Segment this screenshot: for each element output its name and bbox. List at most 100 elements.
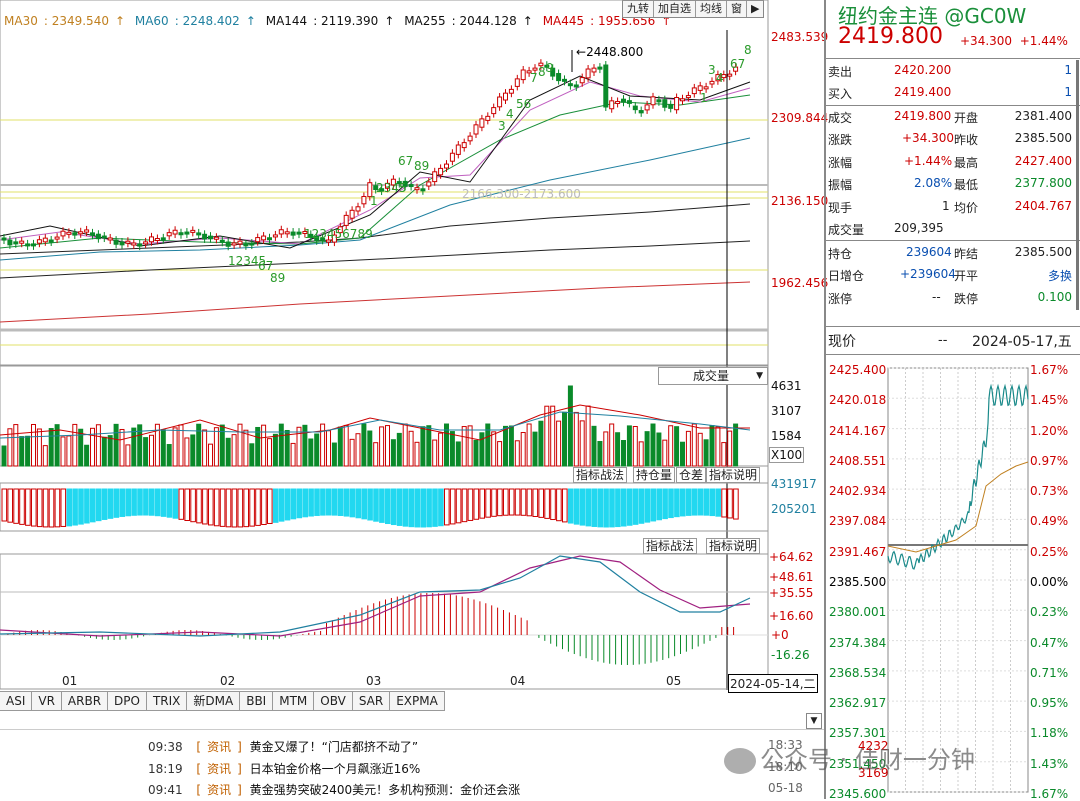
news-item[interactable]: 09:38 [资讯] 黄金又爆了！“门店都挤不动了” <box>148 738 418 755</box>
oi-bar <box>697 488 704 516</box>
macd-axis-label: +35.55 <box>769 586 814 600</box>
volume-bar <box>272 433 278 467</box>
oi-bar <box>225 488 232 528</box>
candle <box>166 228 172 240</box>
candle <box>650 92 656 109</box>
intraday-pct-label: 1.43% <box>1030 756 1069 771</box>
oi-bar <box>31 488 37 527</box>
svg-text:3: 3 <box>498 119 506 133</box>
oi-bar <box>166 488 173 518</box>
position-diff-button[interactable]: 仓差 <box>676 467 707 483</box>
indicator-help-button[interactable]: 指标说明 <box>706 467 761 483</box>
candle <box>48 236 54 247</box>
intraday-pct-label: 1.67% <box>1030 363 1069 377</box>
oi-bar <box>326 488 332 516</box>
news-collapse-icon[interactable]: ▼ <box>806 713 822 729</box>
oi-bar <box>25 488 31 526</box>
candle <box>101 232 107 243</box>
intraday-price-label: 2385.500 <box>829 575 887 589</box>
candle <box>107 233 113 244</box>
oi-bar <box>107 488 114 519</box>
open-interest-button[interactable]: 持仓量 <box>633 467 676 483</box>
volume-bar <box>573 411 579 467</box>
candle <box>54 233 60 244</box>
volume-bar <box>597 440 603 467</box>
volume-bar <box>609 423 615 467</box>
tab-asi[interactable]: ASI <box>0 692 33 710</box>
oi-bar <box>573 488 580 525</box>
candle <box>361 192 367 208</box>
svg-text:4: 4 <box>716 71 724 85</box>
candle <box>278 225 284 238</box>
oi-bar <box>508 488 515 516</box>
oi-bar <box>550 488 556 521</box>
candle <box>36 235 42 248</box>
volume-bar <box>550 405 556 467</box>
candle <box>290 228 296 240</box>
oi-bar <box>467 488 474 521</box>
intraday-price-label: 2420.018 <box>829 393 887 408</box>
tab-trix[interactable]: TRIX <box>147 692 188 710</box>
oi-bar <box>514 488 521 516</box>
volume-bar <box>42 445 48 467</box>
tab-mtm[interactable]: MTM <box>273 692 315 710</box>
price-change: +34.300 +1.44% <box>960 34 1068 48</box>
volume-bar <box>526 423 532 467</box>
volume-bar <box>107 435 113 467</box>
oi-bar <box>343 488 350 517</box>
tab-bbi[interactable]: BBI <box>240 692 274 710</box>
oi-bar <box>95 488 102 522</box>
oi-bar <box>727 488 733 519</box>
indicator-help-button-2[interactable]: 指标说明 <box>706 538 761 554</box>
volume-bar <box>632 426 638 467</box>
volume-bar <box>408 430 414 467</box>
kline-chart[interactable]: ←2448.800 2166.300-2173.600 123456789 12… <box>0 0 826 690</box>
volume-bar <box>284 429 290 467</box>
oi-bar <box>532 488 539 517</box>
news-time-right: 05-18 <box>768 781 803 795</box>
svg-text:89: 89 <box>270 271 285 285</box>
oi-bar <box>308 488 314 517</box>
oi-bar <box>390 488 397 526</box>
tab-arbr[interactable]: ARBR <box>62 692 109 710</box>
volume-bar <box>585 405 591 467</box>
indicator-strategy-button[interactable]: 指标战法 <box>573 467 628 483</box>
indicator-strategy-button-2[interactable]: 指标战法 <box>643 538 698 554</box>
oi-bar <box>485 488 491 518</box>
intraday-pct-label: 1.45% <box>1030 393 1069 408</box>
svg-text:67: 67 <box>730 57 745 71</box>
month-label: 04 <box>510 674 526 688</box>
oi-bar <box>455 488 462 524</box>
volume-bar <box>243 429 249 467</box>
volume-bar <box>13 424 19 467</box>
volume-bar <box>72 423 78 467</box>
tab-obv[interactable]: OBV <box>314 692 353 710</box>
oi-bar <box>638 488 645 524</box>
candle <box>296 228 302 239</box>
tab-dpo[interactable]: DPO <box>108 692 147 710</box>
intraday-pct-label: 0.49% <box>1030 514 1069 529</box>
tab-sar[interactable]: SAR <box>353 692 391 710</box>
volume-bar <box>703 439 709 467</box>
candle <box>674 93 680 114</box>
volume-bar <box>621 440 626 467</box>
oi-bar <box>426 488 432 528</box>
volume-bar <box>149 434 154 467</box>
zone-label: 2166.300-2173.600 <box>462 187 581 201</box>
intraday-price-label: 2402.934 <box>829 484 887 499</box>
volume-bar <box>125 444 131 467</box>
tab-vr[interactable]: VR <box>32 692 62 710</box>
tab-new-dma[interactable]: 新DMA <box>187 692 241 710</box>
volume-bar <box>685 430 691 467</box>
news-item[interactable]: 18:19 [资讯] 日本铂金价格一个月飙涨近16% <box>148 760 420 777</box>
volume-indicator-select[interactable]: 成交量 ▼ <box>658 367 768 385</box>
news-item[interactable]: 09:41 [资讯] 黄金强势突破2400美元！多机构预测：金价还会涨 <box>148 781 520 798</box>
oi-bar <box>13 488 19 524</box>
oi-bar <box>137 488 143 516</box>
tab-expma[interactable]: EXPMA <box>390 692 445 710</box>
volume-bar <box>556 420 562 467</box>
candle <box>473 120 479 138</box>
oi-bar <box>178 488 185 520</box>
volume-bar <box>367 430 373 467</box>
intraday-price-label: 2391.467 <box>829 544 887 559</box>
